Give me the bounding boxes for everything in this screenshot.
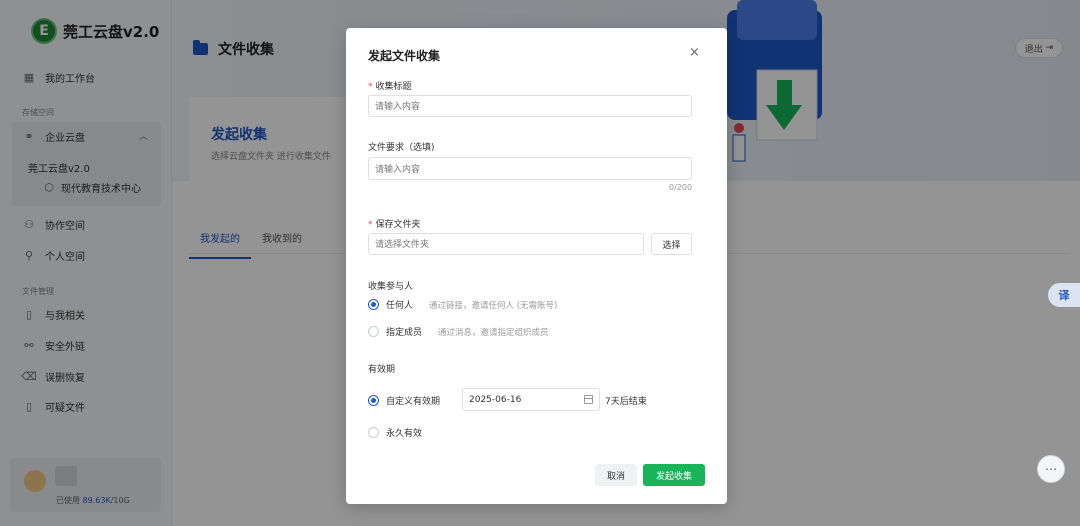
collect-title-label: * 收集标题: [368, 82, 412, 92]
radio-icon: [368, 326, 379, 337]
date-suffix: 7天后结束: [605, 397, 647, 407]
requirement-textarea[interactable]: [368, 157, 692, 180]
radio-icon: [368, 299, 379, 310]
requirement-label: 文件要求（选填): [368, 143, 435, 153]
collect-title-input[interactable]: [368, 95, 692, 117]
collect-dialog: 发起文件收集 × *收集标题 文件要求（选填) 0/200 *保存文件夹 选择 …: [346, 28, 727, 504]
close-icon[interactable]: ×: [689, 45, 700, 60]
translate-button[interactable]: 译: [1048, 283, 1080, 307]
folder-input[interactable]: [368, 233, 644, 255]
dialog-title: 发起文件收集: [368, 49, 441, 63]
participants-label: 收集参与人: [368, 282, 414, 292]
calendar-icon: [584, 395, 593, 404]
radio-custom-validity[interactable]: 自定义有效期: [368, 394, 440, 407]
chat-icon[interactable]: ⋯: [1037, 455, 1065, 483]
char-counter: 0/200: [669, 183, 693, 192]
submit-button[interactable]: 发起收集: [643, 464, 705, 486]
folder-label: * 保存文件夹: [368, 220, 421, 230]
radio-icon: [368, 427, 379, 438]
cancel-button[interactable]: 取消: [595, 464, 637, 486]
radio-permanent[interactable]: 永久有效: [368, 426, 422, 439]
radio-icon: [368, 395, 379, 406]
radio-anyone[interactable]: 任何人 通过链接，邀请任何人 (无需账号): [368, 298, 557, 311]
validity-label: 有效期: [368, 365, 396, 375]
select-folder-button[interactable]: 选择: [651, 233, 692, 255]
radio-members[interactable]: 指定成员 通过消息，邀请指定组织成员: [368, 325, 549, 338]
date-picker[interactable]: 2025-06-16: [462, 388, 600, 411]
